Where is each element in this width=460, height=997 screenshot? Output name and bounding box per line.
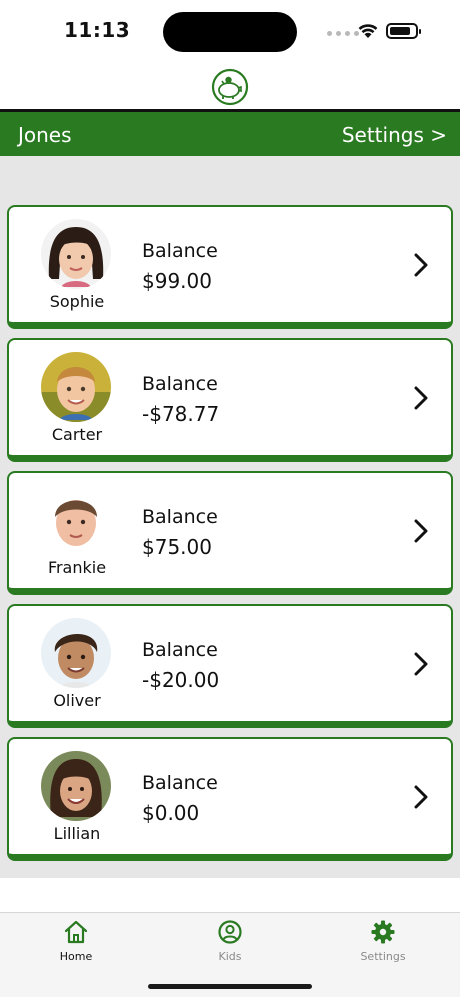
balance-value: -$20.00 bbox=[142, 668, 220, 692]
kid-name: Lillian bbox=[53, 824, 101, 843]
battery-icon bbox=[386, 23, 421, 39]
balance-label: Balance bbox=[142, 639, 218, 661]
status-time: 11:13 bbox=[64, 18, 131, 42]
status-bar: 11:13 bbox=[0, 0, 460, 62]
cellular-signal-icon bbox=[327, 31, 359, 36]
wifi-icon bbox=[358, 24, 378, 38]
logo-area bbox=[0, 62, 460, 110]
balance-value: $99.00 bbox=[142, 269, 212, 293]
home-icon bbox=[64, 920, 88, 944]
piggy-bank-logo-icon bbox=[211, 68, 249, 106]
kid-name: Oliver bbox=[53, 691, 101, 710]
avatar bbox=[41, 352, 111, 422]
home-indicator bbox=[148, 984, 312, 989]
tab-label: Home bbox=[59, 950, 93, 963]
avatar bbox=[41, 618, 111, 688]
kid-name: Sophie bbox=[49, 292, 105, 311]
tab-kids[interactable]: Kids bbox=[180, 919, 280, 975]
kid-card-carter[interactable]: Carter Balance -$78.77 bbox=[7, 338, 453, 462]
balance-label: Balance bbox=[142, 240, 218, 262]
gear-icon bbox=[371, 920, 395, 944]
chevron-right-icon bbox=[414, 785, 428, 809]
dynamic-island bbox=[163, 12, 297, 52]
kid-card-frankie[interactable]: Frankie Balance $75.00 bbox=[7, 471, 453, 595]
tab-bar: Home Kids Settings bbox=[0, 912, 460, 997]
avatar bbox=[41, 219, 111, 289]
chevron-right-icon bbox=[414, 386, 428, 410]
tab-label: Settings bbox=[360, 950, 406, 963]
tab-label: Kids bbox=[218, 950, 242, 963]
content-bottom-spacer bbox=[0, 878, 460, 912]
chevron-right-icon bbox=[414, 253, 428, 277]
avatar bbox=[41, 485, 111, 555]
kid-name: Frankie bbox=[47, 558, 107, 577]
chevron-right-icon bbox=[414, 652, 428, 676]
balance-label: Balance bbox=[142, 772, 218, 794]
family-name: Jones bbox=[18, 123, 72, 147]
tab-settings[interactable]: Settings bbox=[333, 919, 433, 975]
avatar bbox=[41, 751, 111, 821]
user-circle-icon bbox=[218, 920, 242, 944]
balance-value: $0.00 bbox=[142, 801, 200, 825]
balance-label: Balance bbox=[142, 373, 218, 395]
settings-link[interactable]: Settings > bbox=[342, 123, 447, 147]
kid-name: Carter bbox=[51, 425, 103, 444]
balance-label: Balance bbox=[142, 506, 218, 528]
kids-list: Sophie Balance $99.00 Carter Balance -$7… bbox=[0, 156, 460, 878]
balance-value: -$78.77 bbox=[142, 402, 220, 426]
chevron-right-icon bbox=[414, 519, 428, 543]
kid-card-lillian[interactable]: Lillian Balance $0.00 bbox=[7, 737, 453, 861]
tab-home[interactable]: Home bbox=[26, 919, 126, 975]
kid-card-oliver[interactable]: Oliver Balance -$20.00 bbox=[7, 604, 453, 728]
app-header: Jones Settings > bbox=[0, 112, 460, 156]
balance-value: $75.00 bbox=[142, 535, 212, 559]
kid-card-sophie[interactable]: Sophie Balance $99.00 bbox=[7, 205, 453, 329]
